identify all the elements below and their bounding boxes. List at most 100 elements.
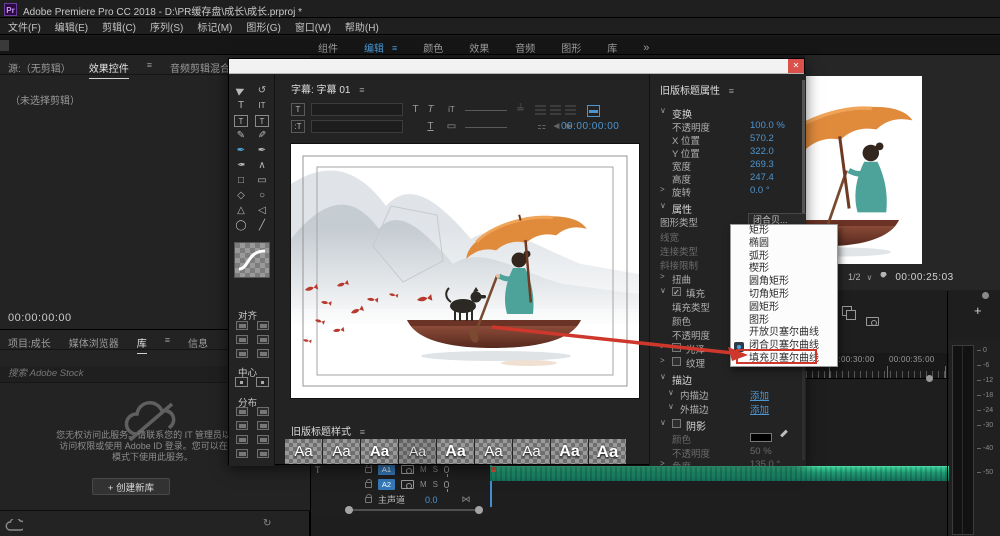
effect-controls-timecode[interactable]: 00:00:00:00	[8, 312, 72, 324]
x-position-value[interactable]: 570.2	[750, 133, 774, 144]
menu-file[interactable]: 文件(F)	[8, 19, 41, 34]
ellipse-tool-icon[interactable]: ○	[253, 189, 271, 203]
solo-button[interactable]: S	[433, 480, 438, 489]
opacity-value[interactable]: 100.0 %	[750, 120, 785, 131]
menu-item-graphic[interactable]: 图形	[731, 315, 837, 328]
menu-item-arc[interactable]: 弧形	[731, 251, 837, 264]
convert-anchor-tool-icon[interactable]: ∧	[253, 159, 271, 173]
distribute-right-icon[interactable]	[236, 435, 248, 444]
title-timecode[interactable]: 00:00:00:00	[561, 121, 619, 132]
title-style-swatch[interactable]: Aa	[437, 439, 474, 464]
type-tool-icon[interactable]: T	[232, 99, 250, 113]
title-drawing-canvas[interactable]	[291, 144, 639, 398]
create-new-library-button[interactable]: + 创建新库	[92, 478, 170, 495]
workspace-tab-effects[interactable]: 效果	[469, 40, 489, 55]
menu-graphics[interactable]: 图形(G)	[246, 19, 280, 34]
new-title-icon[interactable]: T	[291, 103, 305, 116]
menu-item-chamfered-rect[interactable]: 切角矩形	[731, 289, 837, 302]
roll-crawl-options-icon[interactable]	[587, 105, 600, 117]
chevron-down-icon[interactable]: ∨	[867, 273, 873, 282]
wedge-tool-icon[interactable]: △	[232, 204, 250, 218]
timeline-horizontal-scrollbar[interactable]	[345, 506, 483, 514]
rotation-tool-icon[interactable]: ↺	[253, 84, 271, 98]
title-style-swatch[interactable]: Aa	[589, 439, 626, 464]
shadow-color-swatch[interactable]	[750, 433, 772, 442]
aspect-icon[interactable]: ≟	[514, 103, 527, 116]
track-a2-badge[interactable]: A2	[378, 479, 395, 490]
align-left-text-icon[interactable]	[535, 105, 546, 115]
shadow-angle-value[interactable]: 135.0 °	[750, 459, 780, 466]
bowtie-icon[interactable]: ⋈	[462, 494, 471, 505]
audio-clip-waveform[interactable]	[490, 466, 1000, 481]
workspace-menu-icon[interactable]: ≡	[392, 43, 397, 53]
title-panel-tab[interactable]: 字幕: 字幕 01 ≡	[291, 81, 365, 96]
menu-clip[interactable]: 剪辑(C)	[102, 19, 136, 34]
panel-menu-icon[interactable]: ≡	[359, 85, 364, 95]
vertical-type-tool-icon[interactable]: IT	[253, 99, 271, 113]
vertical-area-type-tool-icon[interactable]: T	[255, 115, 269, 127]
panel-menu-icon[interactable]: ≡	[729, 86, 734, 96]
lock-icon[interactable]	[365, 478, 372, 488]
workspace-overflow-icon[interactable]: »	[643, 42, 649, 54]
chevron-down-icon[interactable]: ∨	[668, 402, 678, 411]
workspace-tab-editing[interactable]: 编辑	[364, 40, 384, 55]
master-volume-value[interactable]: 0.0	[425, 495, 438, 505]
texture-checkbox[interactable]	[672, 357, 681, 366]
snap-icon[interactable]	[842, 306, 856, 320]
distribute-bottom-icon[interactable]	[257, 435, 269, 444]
title-style-swatch[interactable]: Aa	[513, 439, 550, 464]
voiceover-mic-icon[interactable]	[444, 466, 450, 477]
bold-icon[interactable]: T	[409, 103, 422, 116]
center-horizontal-icon[interactable]	[235, 377, 248, 387]
clipped-rect-tool-icon[interactable]: ◇	[232, 189, 250, 203]
chevron-down-icon[interactable]: ∨	[660, 418, 670, 427]
align-bottom-icon[interactable]	[257, 349, 269, 358]
menu-edit[interactable]: 编辑(E)	[55, 19, 88, 34]
font-style-select[interactable]	[311, 120, 403, 133]
tab-media-browser[interactable]: 媒体浏览器	[69, 335, 119, 350]
font-size-icon[interactable]: iT	[445, 103, 458, 116]
align-center-v-icon[interactable]	[257, 335, 269, 344]
font-family-select[interactable]	[311, 103, 403, 116]
menu-item-open-bezier[interactable]: 开放贝塞尔曲线	[731, 327, 837, 340]
tab-stops-icon[interactable]: :T	[291, 120, 305, 133]
rounded-rect-tool-icon[interactable]: ▭	[253, 174, 271, 188]
export-frame-icon[interactable]	[866, 317, 879, 326]
menu-item-wedge[interactable]: 楔形	[731, 263, 837, 276]
chevron-right-icon[interactable]: >	[660, 356, 670, 365]
distribute-top-icon[interactable]	[257, 407, 269, 416]
distribute-left-icon[interactable]	[236, 407, 248, 416]
tab-libraries[interactable]: 库	[136, 335, 147, 354]
align-center-h-icon[interactable]	[236, 335, 248, 344]
chevron-down-icon[interactable]: ∨	[660, 106, 670, 115]
ruler-scroll-handle[interactable]	[926, 375, 933, 382]
workspace-tab-assembly[interactable]: 组件	[318, 40, 338, 55]
track-a1-badge[interactable]: A1	[378, 464, 395, 475]
pen-tool-icon[interactable]: ✒	[232, 144, 250, 158]
italic-icon[interactable]: T	[424, 103, 437, 116]
tab-effect-controls[interactable]: 效果控件	[88, 60, 129, 79]
align-right-icon[interactable]	[236, 349, 248, 358]
path-type-tool-icon[interactable]: ✎	[232, 129, 250, 143]
mute-button[interactable]: M	[420, 480, 427, 489]
size-slider[interactable]	[465, 110, 507, 111]
tab-source-monitor[interactable]: 源:（无剪辑）	[8, 60, 71, 75]
menu-item-ellipse[interactable]: 椭圆	[731, 238, 837, 251]
chevron-down-icon[interactable]: ∨	[660, 372, 670, 381]
rectangle-tool-icon[interactable]: □	[232, 174, 250, 188]
align-center-text-icon[interactable]	[550, 105, 561, 115]
menu-item-rectangle[interactable]: 矩形	[731, 225, 837, 238]
scrollbar-right-handle[interactable]	[475, 506, 483, 514]
shadow-opacity-value[interactable]: 50 %	[750, 446, 772, 457]
solo-button[interactable]: S	[433, 465, 438, 474]
distribute-center-h-icon[interactable]	[236, 421, 248, 430]
chevron-right-icon[interactable]: >	[660, 185, 670, 194]
menu-help[interactable]: 帮助(H)	[345, 19, 379, 34]
add-inner-stroke-link[interactable]: 添加	[750, 388, 769, 402]
monitor-zoom-select[interactable]: 1/2	[848, 272, 861, 282]
tab-info[interactable]: 信息	[188, 335, 208, 350]
title-style-swatch[interactable]: Aa	[475, 439, 512, 464]
area-type-tool-icon[interactable]: T	[234, 115, 248, 127]
sheen-checkbox[interactable]	[672, 343, 681, 352]
menu-item-rounded-rect[interactable]: 圆角矩形	[731, 276, 837, 289]
